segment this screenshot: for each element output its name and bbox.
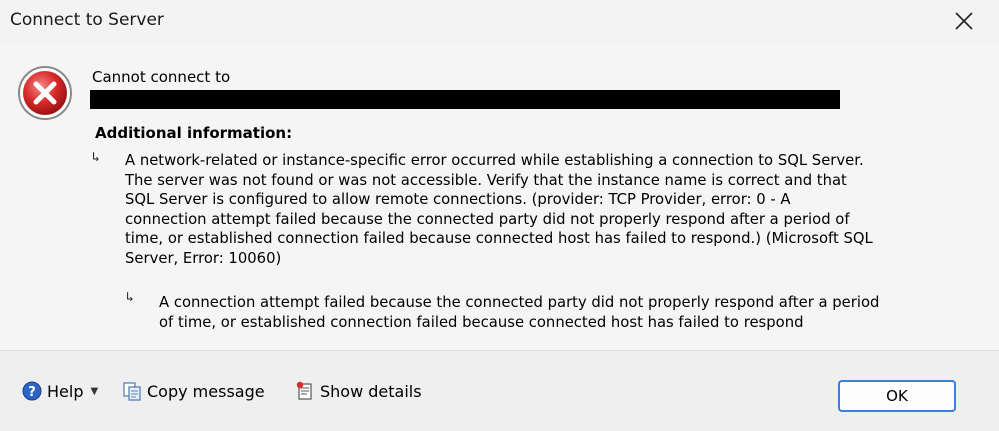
chevron-down-icon: ▼: [90, 385, 99, 397]
error-detail-primary: A network-related or instance-specific e…: [125, 152, 873, 267]
error-icon: [18, 66, 72, 120]
copy-message-button[interactable]: Copy message: [122, 381, 265, 401]
help-button[interactable]: ? Help ▼: [22, 381, 98, 401]
additional-info-heading: Additional information:: [95, 124, 293, 142]
close-icon: [955, 12, 973, 30]
arrow-indent-icon: ↳: [92, 150, 100, 165]
copy-icon: [123, 382, 141, 401]
title-bar: Connect to Server: [0, 0, 999, 44]
cannot-connect-text: Cannot connect to: [92, 68, 231, 86]
help-icon: ?: [22, 381, 42, 401]
redacted-server-name: [90, 90, 840, 109]
window-title: Connect to Server: [10, 10, 164, 30]
show-details-button[interactable]: Show details: [295, 381, 422, 401]
ok-button[interactable]: OK: [838, 380, 956, 412]
show-details-icon: [296, 381, 312, 400]
show-details-label: Show details: [320, 381, 422, 401]
copy-message-label: Copy message: [147, 381, 265, 401]
close-button[interactable]: [951, 8, 977, 34]
error-detail-inner: A connection attempt failed because the …: [159, 294, 880, 331]
svg-text:?: ?: [28, 385, 36, 400]
arrow-indent-icon: ↳: [126, 290, 134, 305]
help-label: Help: [47, 381, 84, 401]
